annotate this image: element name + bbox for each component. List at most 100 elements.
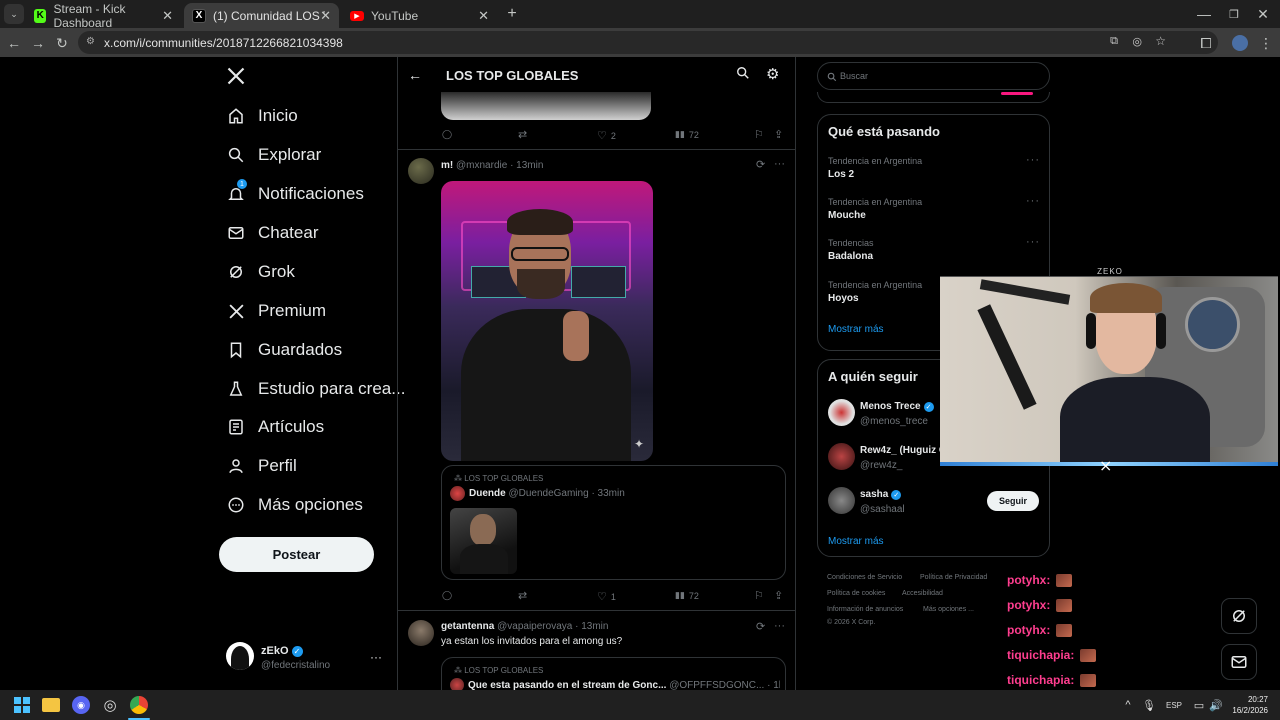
clock[interactable]: 20:27 16/2/2026 (1226, 694, 1268, 716)
nav-item-guardados[interactable]: Guardados (226, 335, 342, 365)
obs-icon[interactable]: ◎ (101, 696, 119, 714)
tab-youtube[interactable]: ▶ YouTube ✕ (342, 3, 497, 28)
windows-start-icon[interactable] (13, 696, 31, 714)
views-button[interactable]: ▮▮ 72 (675, 590, 699, 601)
like-button[interactable]: ♡ 1 (597, 590, 616, 603)
chevron-up-icon[interactable]: ^ (1119, 696, 1137, 714)
trend-more-icon[interactable]: ··· (1026, 154, 1040, 166)
bookmark-button[interactable]: ⚐ (754, 589, 764, 602)
grok-icon[interactable]: ⟳ (756, 158, 765, 171)
network-icon[interactable]: ▭ (1190, 696, 1208, 714)
x-logo-icon[interactable] (226, 66, 246, 86)
post-author[interactable]: m! (441, 160, 453, 171)
volume-icon[interactable]: 🔊 (1207, 696, 1225, 714)
nav-item-estudio-para-crea-[interactable]: Estudio para crea... (226, 374, 405, 404)
post-time[interactable]: · 13min (510, 160, 543, 171)
trend-more-icon[interactable]: ··· (1026, 236, 1040, 248)
nav-item-perfil[interactable]: Perfil (226, 451, 297, 481)
messages-floating-button[interactable] (1221, 644, 1257, 680)
repost-button[interactable]: ⇄ (518, 589, 527, 602)
quoted-post[interactable]: ⁂ LOS TOP GLOBALES Duende @DuendeGaming … (441, 465, 786, 580)
footer-link[interactable]: Más opciones ... (923, 606, 974, 613)
forward-arrow-icon[interactable]: → (29, 34, 47, 52)
close-tab-icon[interactable]: ✕ (162, 8, 173, 24)
post-media[interactable] (441, 92, 651, 120)
nav-item-premium[interactable]: Premium (226, 296, 326, 326)
reload-icon[interactable]: ↻ (53, 34, 71, 52)
minimize-button[interactable]: — (1195, 5, 1213, 23)
repost-button[interactable]: ⇄ (518, 128, 527, 141)
post-handle[interactable]: @vapaiperovaya (497, 621, 572, 632)
trend-name[interactable]: Badalona (828, 251, 873, 262)
footer-link[interactable]: Condiciones de Servicio (827, 574, 902, 581)
post-button[interactable]: Postear (219, 537, 374, 572)
views-button[interactable]: ▮▮ 72 (675, 129, 699, 140)
post-handle[interactable]: @mxnardie (456, 160, 507, 171)
nav-item-inicio[interactable]: Inicio (226, 101, 298, 131)
share-button[interactable]: ⇪ (774, 128, 783, 141)
footer-link[interactable]: Información de anuncios (827, 606, 903, 613)
back-arrow-icon[interactable]: ← (5, 34, 23, 52)
more-icon[interactable]: ··· (774, 158, 785, 170)
nav-item-artículos[interactable]: Artículos (226, 412, 324, 442)
trend-name[interactable]: Los 2 (828, 169, 854, 180)
trend-name[interactable]: Mouche (828, 210, 866, 221)
browser-menu-icon[interactable]: ⋮ (1257, 34, 1275, 52)
chrome-icon[interactable] (130, 696, 148, 714)
tab-search-button[interactable]: ⌄ (4, 4, 24, 24)
eye-off-icon[interactable]: ◎ (1132, 35, 1142, 48)
profile-avatar[interactable] (1232, 35, 1248, 51)
file-explorer-icon[interactable] (42, 698, 60, 712)
avatar[interactable] (408, 158, 434, 184)
quote-media[interactable] (450, 508, 517, 574)
trends-show-more[interactable]: Mostrar más (828, 324, 884, 335)
new-tab-button[interactable]: + (503, 5, 521, 23)
restore-button[interactable]: ❐ (1225, 5, 1243, 23)
avatar[interactable] (408, 620, 434, 646)
reply-button[interactable]: ◯ (442, 590, 452, 601)
footer-link[interactable]: Accesibilidad (902, 590, 943, 597)
nav-item-chatear[interactable]: Chatear (226, 218, 318, 248)
trend-name[interactable]: Hoyos (828, 293, 859, 304)
search-input[interactable]: Buscar (817, 62, 1050, 90)
url-bar[interactable]: ⚙ x.com/i/communities/201871226682103439… (78, 31, 1218, 54)
account-avatar[interactable] (226, 642, 254, 670)
microphone-icon[interactable]: 🎙 (1140, 696, 1158, 714)
share-button[interactable]: ⇪ (774, 589, 783, 602)
discord-icon[interactable]: ◉ (72, 696, 90, 714)
avatar[interactable] (828, 487, 855, 514)
avatar[interactable] (828, 399, 855, 426)
follow-button[interactable]: Seguir (987, 491, 1039, 511)
extensions-icon[interactable]: ⧠ (1197, 34, 1215, 52)
install-app-icon[interactable]: ⧉ (1110, 35, 1118, 48)
account-menu-icon[interactable]: ··· (370, 650, 382, 664)
nav-item-explorar[interactable]: Explorar (226, 140, 321, 170)
reply-button[interactable]: ◯ (442, 129, 452, 140)
like-button[interactable]: ♡ 2 (597, 129, 616, 142)
footer-link[interactable]: Política de cookies (827, 590, 885, 597)
close-tab-icon[interactable]: ✕ (320, 8, 331, 24)
follow-show-more[interactable]: Mostrar más (828, 536, 884, 547)
back-arrow-icon[interactable]: ← (408, 67, 422, 83)
bookmark-button[interactable]: ⚐ (754, 128, 764, 141)
post-time[interactable]: · 13min (575, 621, 608, 632)
close-window-button[interactable]: ✕ (1254, 5, 1272, 23)
tab-community[interactable]: X (1) Comunidad LOS TOP GLOBAL ✕ (184, 3, 339, 28)
quoted-post[interactable]: ⁂ LOS TOP GLOBALES Que esta pasando en e… (441, 657, 786, 690)
grok-icon[interactable]: ⟳ (756, 620, 765, 633)
search-icon[interactable] (736, 66, 752, 82)
grok-floating-button[interactable] (1221, 598, 1257, 634)
follow-name-row[interactable]: Menos Trece ✓ (860, 401, 934, 412)
site-settings-icon[interactable]: ⚙ (86, 36, 95, 47)
post-photo[interactable]: ✦ (441, 181, 653, 461)
nav-item-notificaciones[interactable]: 1 Notificaciones (226, 179, 364, 209)
post-author[interactable]: getantenna (441, 621, 494, 632)
language-indicator[interactable]: ESP (1163, 696, 1185, 714)
nav-item-grok[interactable]: Grok (226, 257, 295, 287)
footer-link[interactable]: Política de Privacidad (920, 574, 987, 581)
avatar[interactable] (828, 443, 855, 470)
gear-icon[interactable]: ⚙ (766, 65, 779, 83)
nav-item-más-opciones[interactable]: Más opciones (226, 490, 363, 520)
close-tab-icon[interactable]: ✕ (478, 8, 489, 24)
follow-name-row[interactable]: sasha ✓ (860, 489, 902, 500)
